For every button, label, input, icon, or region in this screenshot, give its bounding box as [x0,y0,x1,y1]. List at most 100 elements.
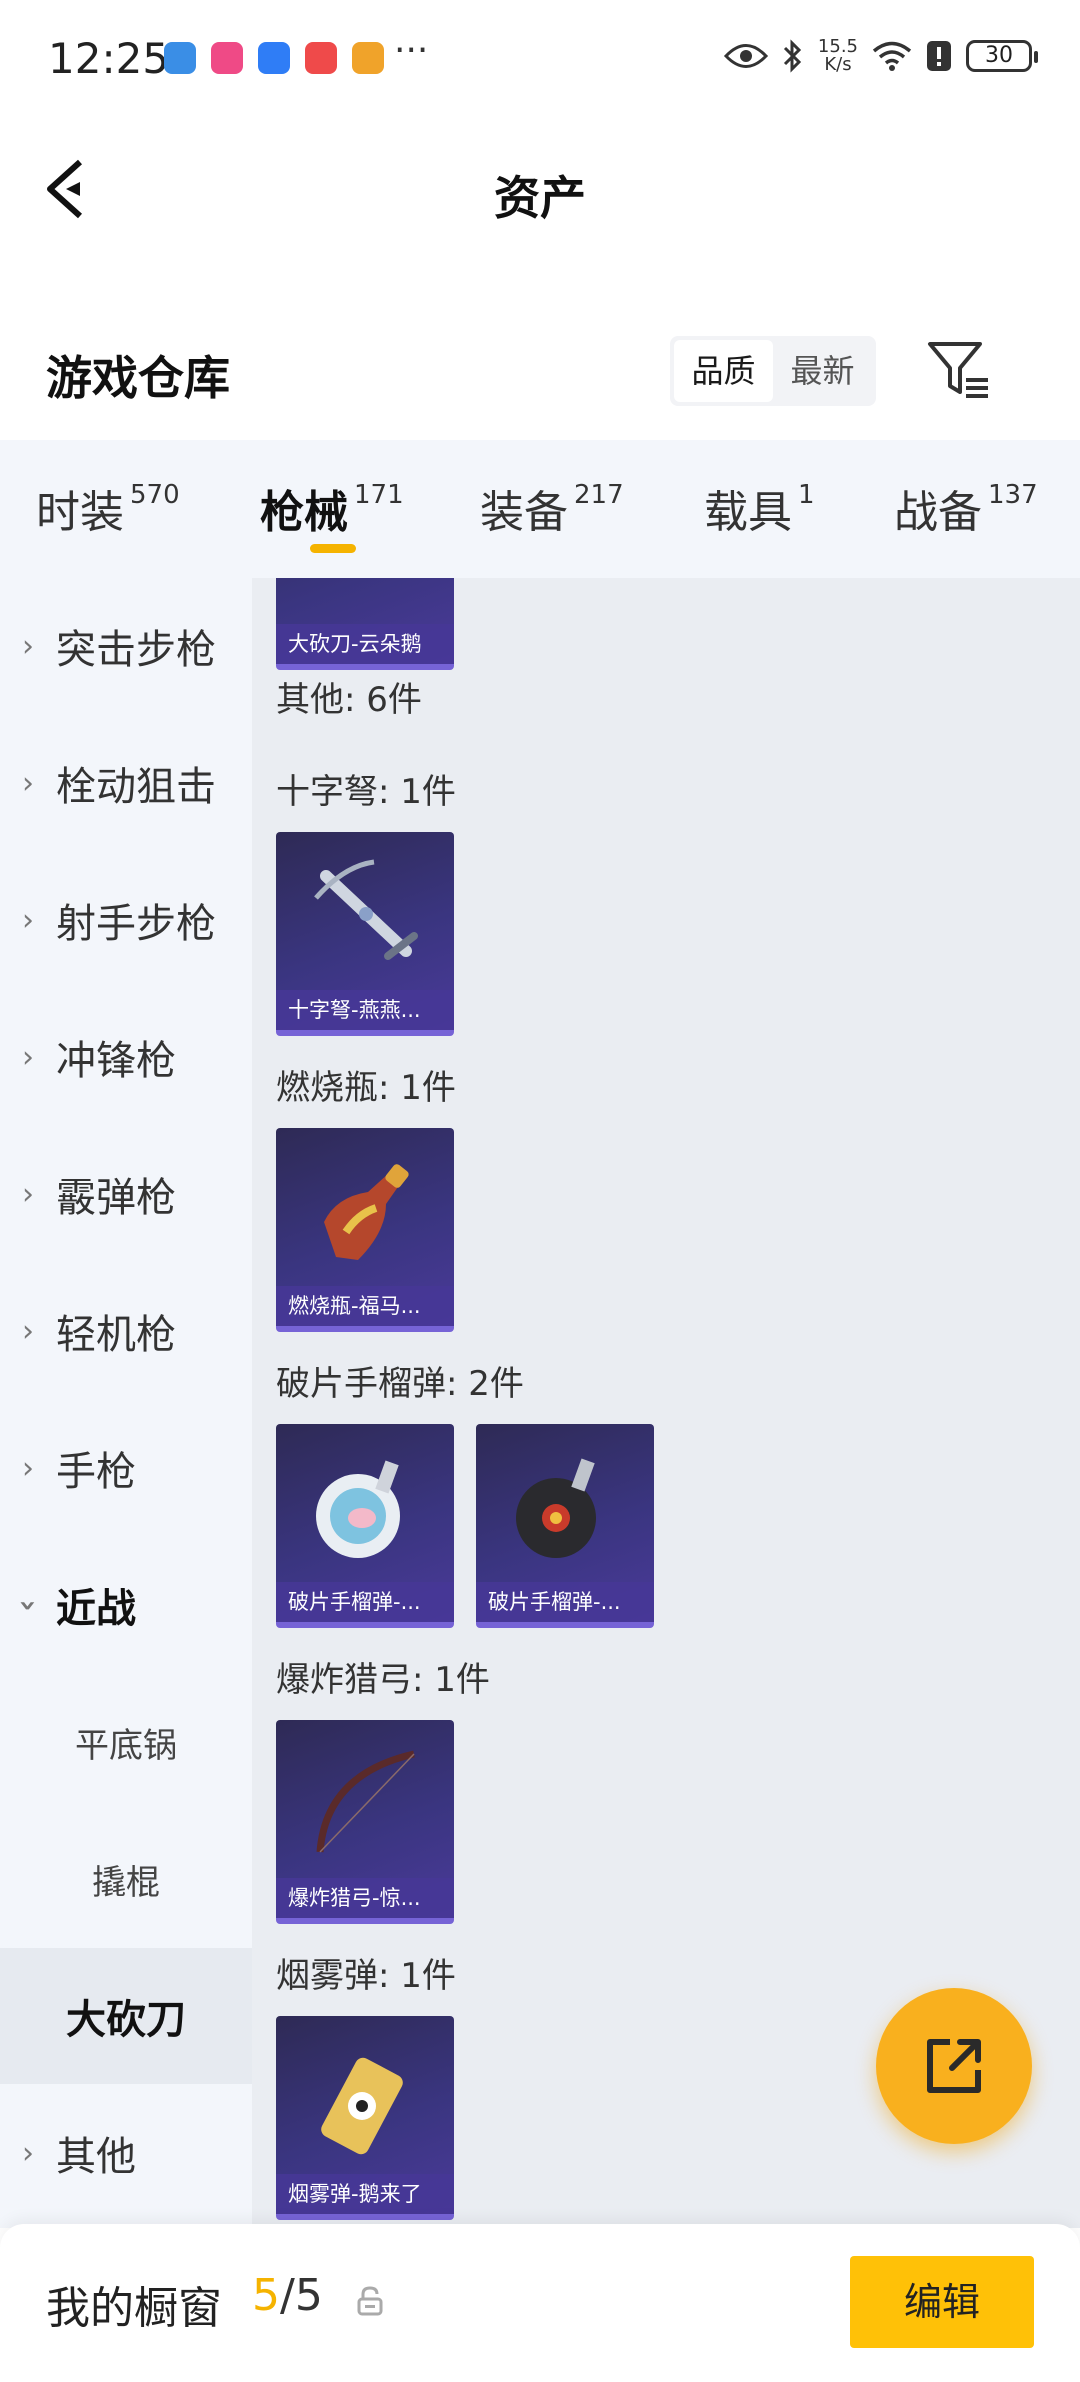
sidebar-item-marksman-rifle[interactable]: › 射手步枪 [0,852,252,988]
bluetooth-icon [783,39,802,73]
game-app-icon [352,42,384,74]
showcase-count-current: 5 [252,2270,280,2321]
chevron-right-icon: › [22,765,34,801]
tab-fashion[interactable]: 时装 570 [36,476,180,540]
molotov-image [324,1164,409,1260]
alert-icon [927,41,951,71]
chevron-right-icon: › [22,902,34,938]
status-indicators: 15.5 K/s 30 [723,36,1038,75]
sidebar-item-label: 手枪 [56,1449,136,1495]
item-card[interactable]: 破片手榴弹-... [476,1424,654,1628]
sidebar-item-shotgun[interactable]: › 霰弹枪 [0,1126,252,1262]
explosive-bow-image [316,1750,415,1853]
group-header: 烟雾弹: 1件 [276,1956,456,1996]
tab-count: 570 [130,480,180,510]
sidebar-item-label: 近战 [56,1586,136,1632]
tab-equipment[interactable]: 装备 217 [480,476,624,540]
nav-header: 资产 [0,126,1080,252]
sort-quality-button[interactable]: 品质 [674,340,773,402]
sidebar-item-label: 平底锅 [75,1725,177,1766]
item-grid: 大砍刀-云朵鹅 其他: 6件 十字弩: 1件 十字弩-燕燕... 燃烧瓶: 1件… [252,578,1080,2228]
item-card-name: 大砍刀-云朵鹅 [276,624,454,664]
tab-label: 载具 [704,487,792,538]
sidebar-item-lmg[interactable]: › 轻机枪 [0,1263,252,1399]
tab-label: 战备 [894,487,982,538]
tab-guns[interactable]: 枪械 171 [260,476,404,540]
item-card[interactable]: 燃烧瓶-福马... [276,1128,454,1332]
wifi-icon [872,41,912,71]
showcase-count-total: /5 [280,2270,323,2321]
sidebar-item-pistol[interactable]: › 手枪 [0,1400,252,1536]
chevron-right-icon: › [22,1176,34,1212]
crossbow-image [314,859,418,960]
sidebar-item-label: 栓动狙击 [56,764,216,810]
shop-app-icon [305,42,337,74]
app-icon-2 [211,42,243,74]
item-card-name: 燃烧瓶-福马... [276,1286,454,1326]
tab-count: 171 [354,480,404,510]
sidebar-item-melee[interactable]: › 近战 [0,1537,252,1673]
warehouse-header: 游戏仓库 品质 最新 [0,320,1080,440]
sidebar-item-label: 射手步枪 [56,901,216,947]
group-header: 爆炸猎弓: 1件 [276,1660,490,1700]
tab-count: 217 [574,480,624,510]
group-header: 十字弩: 1件 [276,772,456,812]
item-card-name: 烟雾弹-鹅来了 [276,2174,454,2214]
tab-vehicles[interactable]: 载具 1 [704,476,815,540]
showcase-count: 5/5 [252,2270,323,2321]
sidebar-item-frying-pan[interactable]: 平底锅 [0,1674,252,1810]
sidebar-item-bolt-sniper[interactable]: › 栓动狙击 [0,715,252,851]
item-card-name: 十字弩-燕燕... [276,990,454,1030]
sidebar-item-label: 其他 [56,2134,136,2180]
tab-count: 1 [798,480,815,510]
sidebar-item-label: 霰弹枪 [56,1175,176,1221]
share-fab-button[interactable] [876,1988,1032,2144]
sidebar-item-label: 大砍刀 [66,1997,186,2043]
edit-button[interactable]: 编辑 [850,2256,1034,2348]
item-card-name: 破片手榴弹-... [276,1582,454,1622]
showcase-title: 我的橱窗 [46,2283,222,2334]
bluetooth-app-icon [258,42,290,74]
warehouse-title: 游戏仓库 [46,351,230,405]
status-bar: 12:25 ··· 15.5 K/s 30 [0,0,1080,126]
item-card[interactable]: 十字弩-燕燕... [276,832,454,1036]
sidebar: › 突击步枪 › 栓动狙击 › 射手步枪 › 冲锋枪 › 霰弹枪 › 轻机枪 › 手枪 › 近战… [0,578,252,2228]
item-card-name: 破片手榴弹-... [476,1582,654,1622]
active-tab-indicator [310,544,356,553]
battery-indicator: 30 [966,40,1038,72]
sidebar-item-label: 冲锋枪 [56,1038,176,1084]
group-header: 破片手榴弹: 2件 [276,1364,524,1404]
showcase-bar: 我的橱窗 5/5 编辑 [0,2224,1080,2382]
net-speed: 15.5 K/s [817,36,858,75]
tab-label: 装备 [480,487,568,538]
tab-supplies[interactable]: 战备 137 [894,476,1038,540]
lock-icon [357,2286,383,2316]
group-header-other: 其他: 6件 [276,680,422,720]
sidebar-item-machete[interactable]: 大砍刀 [0,1948,252,2084]
item-card[interactable]: 烟雾弹-鹅来了 [276,2016,454,2220]
item-card[interactable]: 破片手榴弹-... [276,1424,454,1628]
sort-newest-button[interactable]: 最新 [773,340,872,402]
sidebar-item-assault-rifle[interactable]: › 突击步枪 [0,578,252,714]
sidebar-item-smg[interactable]: › 冲锋枪 [0,989,252,1125]
sort-toggle: 品质 最新 [670,336,876,406]
filter-icon[interactable] [926,336,992,402]
chevron-down-icon: › [10,1598,46,1612]
group-header: 燃烧瓶: 1件 [276,1068,456,1108]
sidebar-item-label: 撬棍 [92,1862,160,1903]
page-title: 资产 [494,171,586,225]
smoke-grenade-image [321,2057,403,2155]
tab-label: 时装 [36,487,124,538]
more-notifications: ··· [394,30,429,71]
share-icon [927,2039,981,2093]
chevron-right-icon: › [22,1313,34,1349]
chevron-right-icon: › [22,628,34,664]
eye-icon [723,44,768,68]
frag-grenade-image [516,1458,596,1558]
sidebar-item-label: 突击步枪 [56,627,216,673]
item-card[interactable]: 大砍刀-云朵鹅 [276,578,454,670]
chevron-right-icon: › [22,2135,34,2171]
sidebar-item-other[interactable]: › 其他 [0,2085,252,2221]
sidebar-item-crowbar[interactable]: 撬棍 [0,1811,252,1947]
item-card[interactable]: 爆炸猎弓-惊... [276,1720,454,1924]
